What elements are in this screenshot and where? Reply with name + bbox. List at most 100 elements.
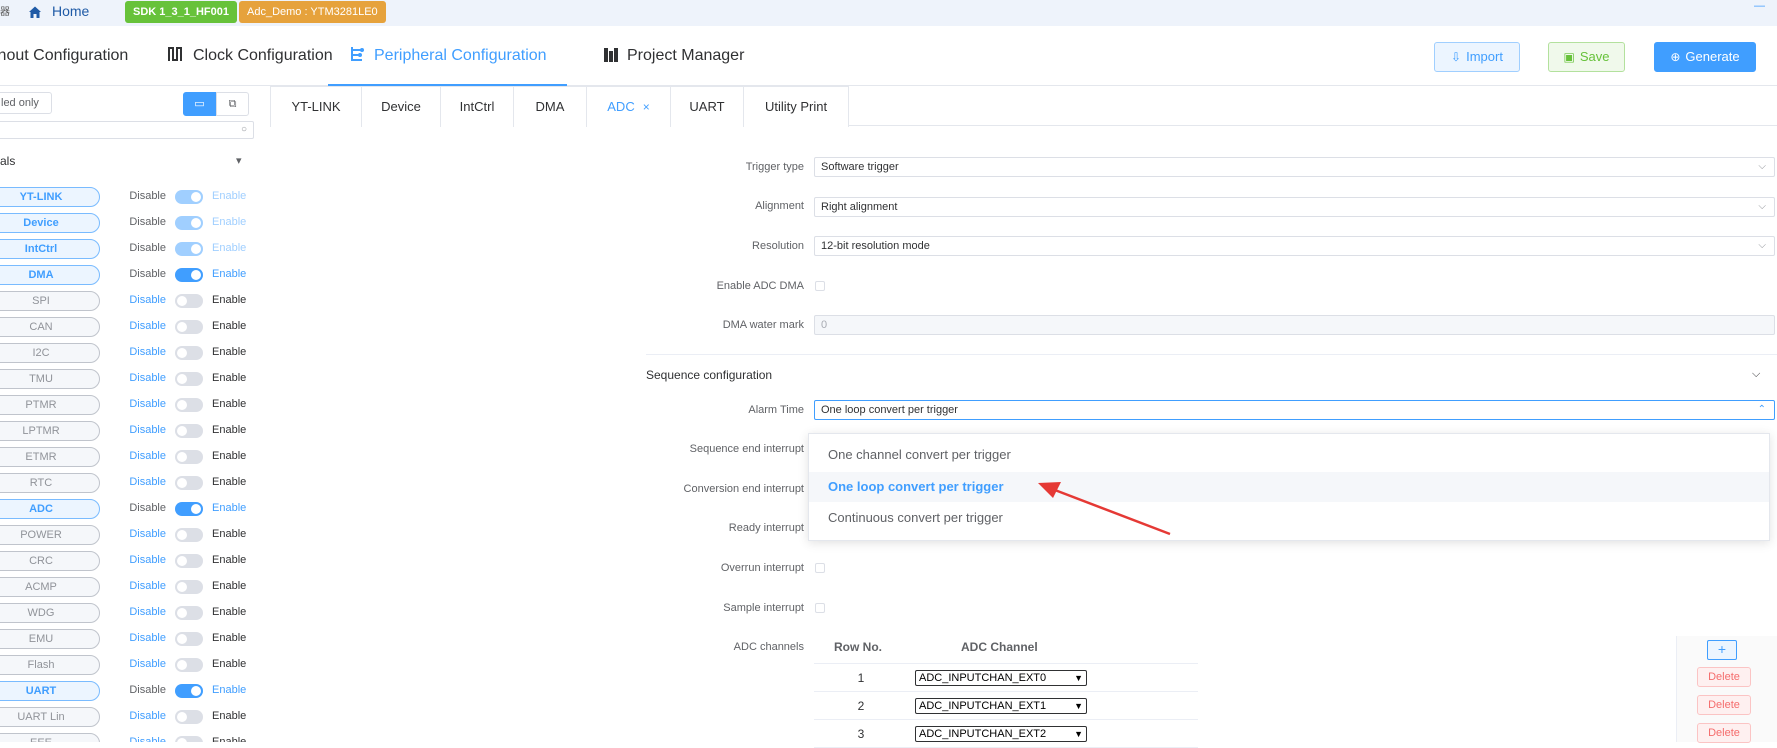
input-value: 0 <box>821 319 828 331</box>
import-button[interactable]: ⇩ Import <box>1434 42 1520 72</box>
sidebar-item-i2c: I2C Disable Enable <box>0 342 262 364</box>
disable-label: Disable <box>129 658 166 670</box>
peripheral-chip[interactable]: CAN <box>0 317 100 337</box>
enable-toggle[interactable] <box>175 554 203 568</box>
peripheral-chip[interactable]: LPTMR <box>0 421 100 441</box>
enable-toggle[interactable] <box>175 658 203 672</box>
peripheral-chip[interactable]: ADC <box>0 499 100 519</box>
peripheral-chip[interactable]: EEE <box>0 733 100 742</box>
adc-channel-select[interactable]: ADC_INPUTCHAN_EXT1 ▼ <box>915 698 1087 714</box>
enable-toggle[interactable] <box>175 476 203 490</box>
peripheral-chip[interactable]: IntCtrl <box>0 239 100 259</box>
enable-toggle[interactable] <box>175 320 203 334</box>
peripheral-chip[interactable]: CRC <box>0 551 100 571</box>
enable-toggle[interactable] <box>175 294 203 308</box>
delete-row-button[interactable]: Delete <box>1697 695 1751 715</box>
peripheral-chip[interactable]: ETMR <box>0 447 100 467</box>
delete-row-button[interactable]: Delete <box>1697 723 1751 743</box>
row-no-header: Row No. <box>834 640 882 654</box>
tab-label: inout Configuration <box>0 47 129 64</box>
enable-toggle[interactable] <box>175 424 203 438</box>
sequence-end-interrupt-label: Sequence end interrupt <box>689 443 804 455</box>
select-value: 12-bit resolution mode <box>821 240 930 252</box>
peripheral-chip[interactable]: WDG <box>0 603 100 623</box>
home-link[interactable]: Home <box>52 3 89 19</box>
tab-device[interactable]: Device <box>361 86 441 127</box>
close-icon[interactable]: × <box>643 100 650 114</box>
enable-toggle[interactable] <box>175 268 203 282</box>
adc-channel-select[interactable]: ADC_INPUTCHAN_EXT2 ▼ <box>915 726 1087 742</box>
peripheral-chip[interactable]: TMU <box>0 369 100 389</box>
enable-toggle[interactable] <box>175 632 203 646</box>
chevron-down-icon[interactable]: ⌵ <box>1752 368 1760 381</box>
enable-label: Enable <box>212 424 247 436</box>
peripheral-chip[interactable]: Device <box>0 213 100 233</box>
enable-toggle[interactable] <box>175 502 203 516</box>
generate-button[interactable]: ⊕ Generate <box>1654 42 1756 72</box>
enable-toggle[interactable] <box>175 736 203 742</box>
peripheral-chip[interactable]: YT-LINK <box>0 187 100 207</box>
tab-utility-print[interactable]: Utility Print <box>743 86 849 127</box>
enable-toggle[interactable] <box>175 606 203 620</box>
tab-dma[interactable]: DMA <box>513 86 587 127</box>
disable-label: Disable <box>129 476 166 488</box>
overrun-interrupt-checkbox[interactable] <box>815 563 825 573</box>
overrun-interrupt-label: Overrun interrupt <box>720 562 804 574</box>
add-row-button[interactable]: + <box>1707 640 1737 660</box>
alarm-time-select[interactable]: One loop convert per trigger ⌃ <box>814 400 1775 420</box>
enabled-only-filter[interactable]: led only <box>0 92 52 114</box>
tab-pinout-configuration[interactable]: inout Configuration <box>0 26 128 86</box>
enable-toggle[interactable] <box>175 346 203 360</box>
peripheral-search-input[interactable]: ○ <box>0 121 254 139</box>
row-number: 2 <box>857 699 865 713</box>
enable-label: Enable <box>212 554 247 566</box>
enable-toggle[interactable] <box>175 528 203 542</box>
disable-label: Disable <box>129 216 166 228</box>
resolution-select[interactable]: 12-bit resolution mode ⌵ <box>814 236 1775 256</box>
peripheral-chip[interactable]: UART <box>0 681 100 701</box>
home-icon[interactable] <box>28 5 42 19</box>
enable-toggle[interactable] <box>175 372 203 386</box>
tab-intctrl[interactable]: IntCtrl <box>440 86 514 127</box>
dropdown-option[interactable]: Continuous convert per trigger <box>809 503 1769 533</box>
enable-adc-dma-checkbox[interactable] <box>815 281 825 291</box>
peripheral-chip[interactable]: POWER <box>0 525 100 545</box>
minimize-icon[interactable]: — <box>1754 0 1765 12</box>
sidebar-item-acmp: ACMP Disable Enable <box>0 576 262 598</box>
tab-peripheral-configuration[interactable]: Peripheral Configuration <box>328 26 567 86</box>
sequence-configuration-title[interactable]: Sequence configuration <box>646 368 772 382</box>
delete-row-button[interactable]: Delete <box>1697 667 1751 687</box>
tab-clock-configuration[interactable]: Clock Configuration <box>167 26 333 86</box>
peripheral-chip[interactable]: I2C <box>0 343 100 363</box>
sidebar-item-power: POWER Disable Enable <box>0 524 262 546</box>
peripheral-chip[interactable]: RTC <box>0 473 100 493</box>
peripheral-chip[interactable]: Flash <box>0 655 100 675</box>
tab-yt-link[interactable]: YT-LINK <box>270 86 362 127</box>
sample-interrupt-checkbox[interactable] <box>815 603 825 613</box>
tab-adc[interactable]: ADC × <box>586 86 671 127</box>
enable-toggle[interactable] <box>175 710 203 724</box>
trigger-type-select[interactable]: Software trigger ⌵ <box>814 157 1775 177</box>
enable-toggle[interactable] <box>175 580 203 594</box>
chevron-down-icon[interactable]: ▾ <box>236 154 242 167</box>
peripheral-chip[interactable]: ACMP <box>0 577 100 597</box>
peripheral-chip[interactable]: SPI <box>0 291 100 311</box>
adc-channel-select[interactable]: ADC_INPUTCHAN_EXT0 ▼ <box>915 670 1087 686</box>
peripheral-chip[interactable]: UART Lin <box>0 707 100 727</box>
peripheral-chip[interactable]: PTMR <box>0 395 100 415</box>
peripheral-chip[interactable]: EMU <box>0 629 100 649</box>
enable-toggle[interactable] <box>175 684 203 698</box>
alignment-select[interactable]: Right alignment ⌵ <box>814 197 1775 217</box>
tab-project-manager[interactable]: Project Manager <box>603 26 744 86</box>
tab-uart[interactable]: UART <box>670 86 744 127</box>
enable-toggle[interactable] <box>175 450 203 464</box>
enable-toggle[interactable] <box>175 398 203 412</box>
disable-label: Disable <box>129 398 166 410</box>
dropdown-option[interactable]: One channel convert per trigger <box>809 440 1769 470</box>
list-view-icon[interactable]: ▭ <box>183 92 216 116</box>
save-button[interactable]: ▣ Save <box>1548 42 1625 72</box>
peripheral-chip[interactable]: DMA <box>0 265 100 285</box>
disable-label: Disable <box>129 268 166 280</box>
dropdown-option-selected[interactable]: One loop convert per trigger <box>809 472 1769 502</box>
grid-view-icon[interactable]: ⧉ <box>216 92 249 116</box>
